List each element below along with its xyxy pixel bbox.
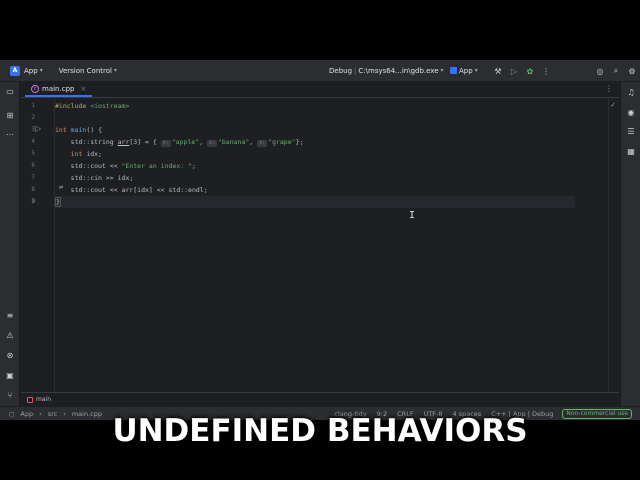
code-line-6: std::cout << "Enter an index: "; <box>55 162 196 170</box>
line-number: 3 <box>31 126 35 133</box>
right-tool-strip: ♫ ◉ ☰ ▦ <box>620 82 640 406</box>
debug-icon[interactable]: ✿ <box>522 60 538 82</box>
target-selector[interactable]: App ▾ <box>450 67 478 75</box>
run-gutter-icon[interactable]: ▷ <box>35 124 41 133</box>
close-tab-icon[interactable]: × <box>80 85 86 93</box>
line-number: 6 <box>31 162 35 169</box>
debug-hint-icon[interactable]: ⇌ <box>59 183 63 191</box>
video-caption: UNDEFINED BEHAVIORS <box>112 413 528 449</box>
code-editor[interactable]: 1 2 3 ▷ 4 5 6 7 8 9 #include <iostream> … <box>21 99 619 392</box>
function-label[interactable]: main <box>36 396 51 403</box>
code-line-5: int idx; <box>70 150 102 158</box>
mouse-ibeam-cursor: I <box>409 210 416 221</box>
analysis-ok-icon: ✓ <box>610 101 616 109</box>
build-hammer-icon[interactable]: ⚒ <box>490 60 506 82</box>
terminal-icon[interactable]: ▣ <box>3 368 17 382</box>
structure-icon[interactable]: ⊞ <box>3 108 17 122</box>
param-hint: s: <box>160 140 171 147</box>
settings-gear-icon[interactable]: ⚙ <box>624 60 640 82</box>
code-line-7: std::cin >> idx; <box>55 174 134 182</box>
editor-tab-bar: c main.cpp × ⋮ <box>21 82 619 98</box>
run-config-name: Debug <box>329 66 353 75</box>
bottom-breadcrumb: main <box>21 392 619 406</box>
project-badge[interactable]: A <box>10 65 20 76</box>
chevron-down-icon: ▾ <box>39 67 43 74</box>
param-hint: s: <box>257 140 268 147</box>
code-line-1: #include <iostream> <box>55 102 130 110</box>
line-number: 7 <box>31 174 35 181</box>
line-number: 8 <box>31 186 35 193</box>
project-folder-icon[interactable]: ▭ <box>3 84 17 98</box>
target-name: App <box>459 66 473 75</box>
target-icon <box>450 67 457 74</box>
services-icon[interactable]: ≡ <box>3 308 17 322</box>
chevron-down-icon: ▾ <box>113 67 117 74</box>
right-margin-guide <box>608 99 609 392</box>
problems-warning-icon[interactable]: ⚠ <box>3 328 17 342</box>
line-gutter: 1 2 3 ▷ 4 5 6 7 8 9 <box>21 99 55 392</box>
code-line-4: std::string arr[3] = { s: "apple", s: "ban… <box>55 138 304 147</box>
left-tool-strip: ▭ ⊞ ⋯ ≡ ⚠ ⊛ ▣ ⑂ <box>0 82 20 406</box>
param-hint: s: <box>206 140 217 147</box>
line-number: 4 <box>31 138 35 145</box>
title-bar: A App ▾ Version Control ▾ Debug | C:\msy… <box>0 60 640 82</box>
chevron-down-icon: ▾ <box>440 67 444 74</box>
line-number: 9 <box>31 198 35 205</box>
notifications-bell-icon[interactable]: ♫ <box>624 85 638 99</box>
run-config-path: C:\msys64...in\gdb.exe <box>358 66 439 75</box>
code-line-3: int main() { <box>55 126 102 134</box>
cpp-file-icon: c <box>31 85 39 93</box>
code-area[interactable]: #include <iostream> int main() { std::st… <box>55 99 609 392</box>
chevron-down-icon: ▾ <box>474 67 478 74</box>
function-icon <box>27 396 33 403</box>
tab-options-icon[interactable]: ⋮ <box>605 84 613 93</box>
git-branch-icon[interactable]: ⑂ <box>3 388 17 402</box>
more-tools-icon[interactable]: ⋯ <box>3 127 17 141</box>
ai-assistant-icon[interactable]: ◎ <box>592 60 608 82</box>
vcs-label: Version Control <box>58 66 112 75</box>
code-line-8: std::cout << arr[idx] << std::endl; <box>55 186 208 194</box>
project-name: App <box>24 66 38 75</box>
project-selector[interactable]: App ▾ <box>24 67 43 75</box>
search-icon[interactable]: ⌕ <box>608 60 624 82</box>
database-icon[interactable]: ☰ <box>624 124 638 138</box>
line-number: 1 <box>31 102 35 109</box>
tab-main-cpp[interactable]: c main.cpp × <box>25 83 93 97</box>
line-number: 5 <box>31 150 35 157</box>
ide-window: A App ▾ Version Control ▾ Debug | C:\msy… <box>0 60 640 449</box>
vcs-menu[interactable]: Version Control ▾ <box>59 67 117 75</box>
run-config-selector[interactable]: Debug | C:\msys64...in\gdb.exe ▾ <box>329 67 444 75</box>
more-actions-icon[interactable]: ⋮ <box>538 60 554 82</box>
run-icon[interactable]: ▷ <box>506 60 522 82</box>
plugin-icon[interactable]: ▦ <box>624 144 638 158</box>
ai-chat-icon[interactable]: ◉ <box>624 105 638 119</box>
debug-panel-icon[interactable]: ⊛ <box>3 348 17 362</box>
tab-label: main.cpp <box>42 85 75 93</box>
line-number: 2 <box>31 114 35 121</box>
code-line-9: } <box>55 196 575 208</box>
